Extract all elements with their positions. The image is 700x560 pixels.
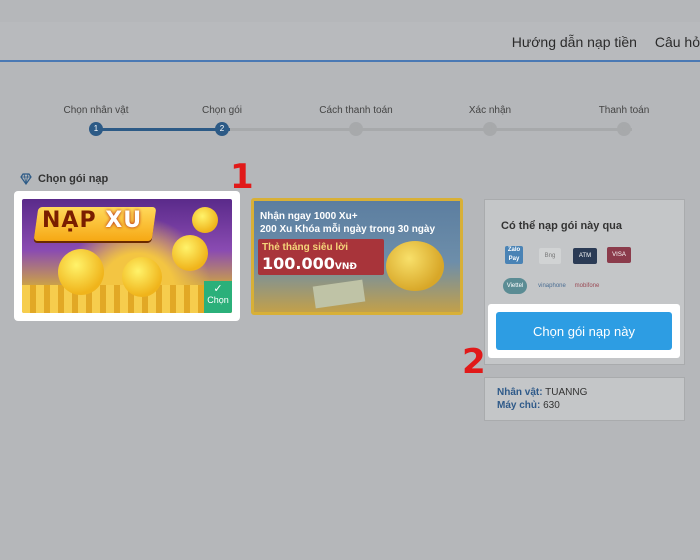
step-select-package: Chọn gói xyxy=(172,104,272,118)
callout-number-2: 2 xyxy=(462,342,486,382)
check-icon: ✓ xyxy=(213,283,223,295)
package-title-nap: NẠP xyxy=(42,208,97,233)
site-header: Hướng dẫn nạp tiền Câu hỏ xyxy=(0,22,700,62)
step-connector-2 xyxy=(230,128,364,131)
header-nav: Hướng dẫn nạp tiền Câu hỏ xyxy=(498,34,700,50)
step-connector-3 xyxy=(364,128,498,131)
package-title: NẠP XU xyxy=(42,208,142,233)
nav-link-guide[interactable]: Hướng dẫn nạp tiền xyxy=(512,34,637,50)
callout-number-1: 1 xyxy=(230,157,254,197)
package-offer-line2: 200 Xu Khóa mỗi ngày trong 30 ngày xyxy=(260,224,436,235)
section-title-text: Chọn gói nạp xyxy=(38,173,109,185)
visa-card-icon: VISA xyxy=(607,247,631,263)
step-dot-4: 4 xyxy=(483,122,497,136)
bng-logo-icon: Bng xyxy=(539,248,561,264)
step-label: Chọn nhân vật xyxy=(63,105,129,116)
select-package-button[interactable]: Chọn gói nạp này xyxy=(496,312,672,350)
chick-mascot-art xyxy=(58,249,104,295)
package-offer-line1: Nhận ngay 1000 Xu+ xyxy=(260,211,358,222)
step-label: Cách thanh toán xyxy=(319,105,393,116)
selected-badge-label: Chọn xyxy=(207,295,229,305)
section-title: Chọn gói nạp xyxy=(20,173,108,185)
progress-stepper: Chọn nhân vật 1 Chọn gói 2 Cách thanh to… xyxy=(48,104,658,144)
step-dot-2: 2 xyxy=(215,122,229,136)
step-payment: Thanh toán xyxy=(574,104,674,118)
step-dot-5: 5 xyxy=(617,122,631,136)
step-label: Thanh toán xyxy=(598,105,650,116)
step-payment-method: Cách thanh toán xyxy=(306,104,406,118)
character-row: Nhân vật: TUANNG xyxy=(497,386,672,399)
package-price: 100.000VNĐ xyxy=(262,254,357,273)
mobifone-logo-icon: mobifone xyxy=(574,283,600,289)
package-price-value: 100.000 xyxy=(262,254,335,273)
chick-mascot-art xyxy=(122,257,162,297)
step-select-character: Chọn nhân vật xyxy=(46,104,146,118)
package-card-nap-xu[interactable]: NẠP XU ✓ Chọn xyxy=(22,199,232,313)
step-connector-4 xyxy=(498,128,632,131)
selected-badge: ✓ Chọn xyxy=(204,281,232,313)
package-card-monthly[interactable]: Nhận ngay 1000 Xu+ 200 Xu Khóa mỗi ngày … xyxy=(251,198,463,315)
cash-cards-art xyxy=(312,279,366,309)
server-value: 630 xyxy=(543,400,560,411)
step-label: Chọn gói xyxy=(201,105,243,116)
diamond-icon xyxy=(20,173,32,185)
atm-card-icon: ATM xyxy=(573,248,597,264)
bird-mascot-art xyxy=(386,241,444,291)
character-label: Nhân vật: xyxy=(497,387,543,398)
account-info-box: Nhân vật: TUANNG Máy chủ: 630 xyxy=(484,377,685,421)
nav-link-faq[interactable]: Câu hỏ xyxy=(655,34,700,50)
chick-mascot-art xyxy=(172,235,208,271)
top-strip xyxy=(0,0,700,22)
package-card-highlight: NẠP XU ✓ Chọn xyxy=(14,191,240,321)
character-value: TUANNG xyxy=(545,387,588,398)
step-dot-3: 3 xyxy=(349,122,363,136)
package-offer-line3: Thẻ tháng siêu lời xyxy=(262,242,349,253)
server-label: Máy chủ: xyxy=(497,400,541,411)
package-title-xu: XU xyxy=(105,208,143,233)
step-dot-1: 1 xyxy=(89,122,103,136)
step-connector-1 xyxy=(96,128,230,131)
server-row: Máy chủ: 630 xyxy=(497,399,672,412)
step-label: Xác nhận xyxy=(468,105,512,116)
viettel-logo-icon: Viettel xyxy=(503,278,527,294)
package-price-currency: VNĐ xyxy=(334,262,357,272)
payment-panel-title: Có thể nạp gói này qua xyxy=(501,220,623,232)
step-confirm: Xác nhận xyxy=(440,104,540,118)
chick-mascot-art xyxy=(192,207,218,233)
action-button-highlight: Chọn gói nạp này xyxy=(488,304,680,358)
vinaphone-logo-icon: vinaphone xyxy=(538,283,566,289)
zalopay-logo-icon: Zalo Pay xyxy=(505,246,523,264)
